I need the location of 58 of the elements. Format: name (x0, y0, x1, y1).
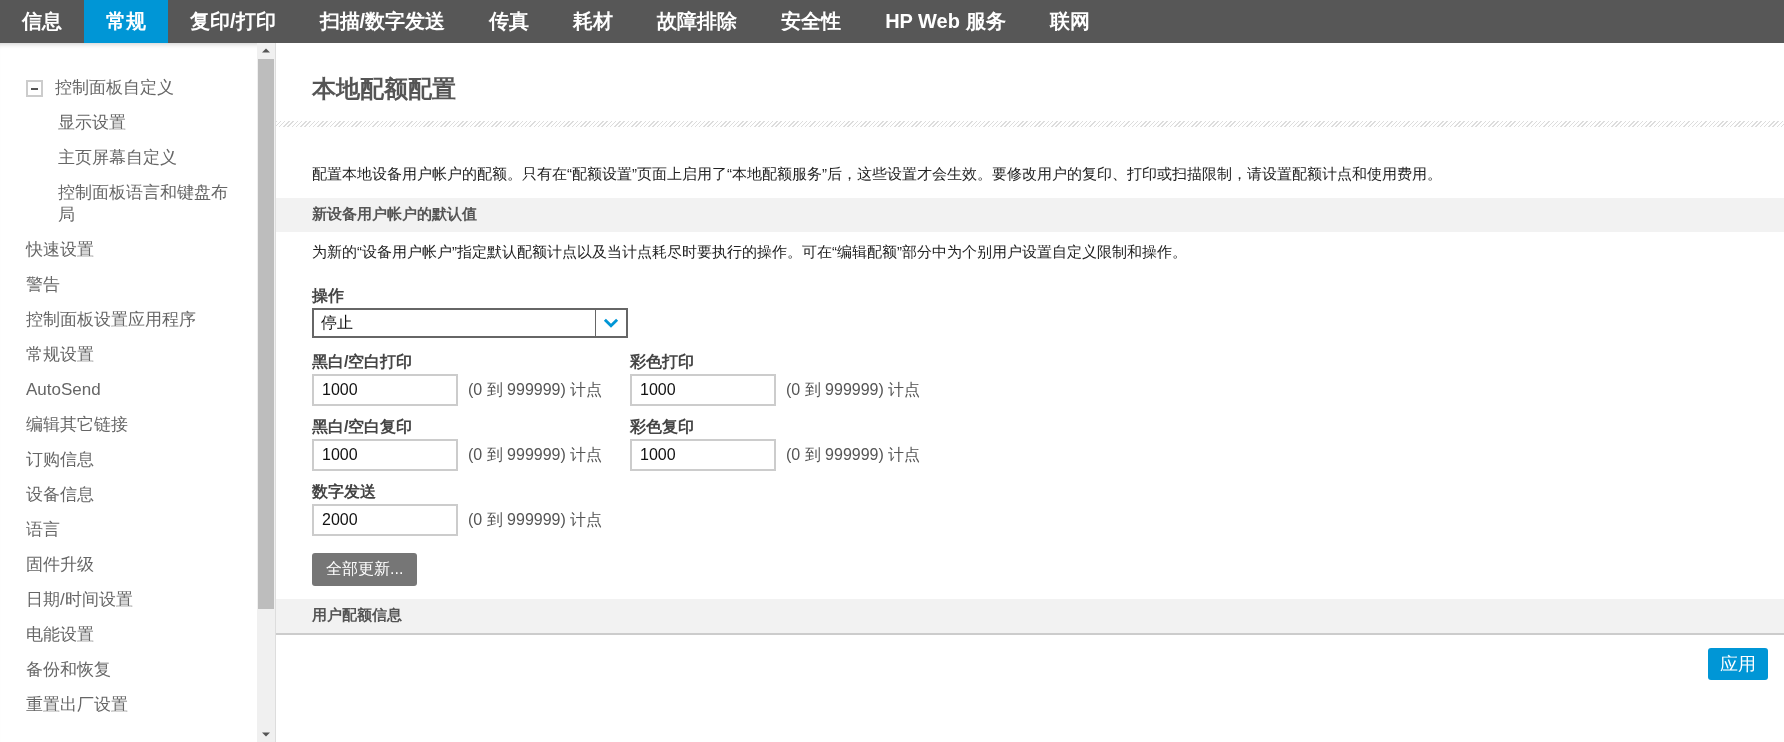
range-hint: (0 到 999999) 计点 (468, 509, 603, 530)
section-heading: 用户配额信息 (312, 606, 402, 623)
field-label: 操作 (312, 286, 345, 306)
sidebar-item[interactable]: 重置出厂设置 (26, 688, 257, 723)
sidebar-item[interactable]: 快速设置 (26, 233, 257, 268)
sidebar-item[interactable]: 主页屏幕自定义 (26, 141, 257, 176)
description-text: 配置本地设备用户帐户的配额。只有在“配额设置”页面上启用了“本地配额服务”后，这些设置才会生效。要修改用户的复印、打印或扫描限制，请设置配额计点和使用费用。 (311, 164, 1443, 184)
section-heading: 新设备用户帐户的默认值 (312, 205, 477, 222)
sidebar-item[interactable]: 控制面板设置应用程序 (26, 303, 257, 338)
update-all-button[interactable]: 全部更新... (312, 553, 418, 586)
description-text: 为新的“设备用户帐户”指定默认配额计点以及当计点耗尽时要执行的操作。可在“编辑配额”部分中为个别用户设置自定义限制和操作。 (311, 243, 1188, 262)
scrollbar[interactable] (257, 43, 275, 742)
input-field[interactable]: 1000 (630, 439, 776, 471)
range-hint: (0 到 999999) 计点 (468, 379, 603, 400)
operation-dropdown[interactable]: 停止 (312, 308, 628, 338)
nav-tab[interactable]: 信息 (0, 0, 84, 43)
scrollbar-thumb[interactable] (258, 59, 274, 609)
nav-tab[interactable]: 耗材 (551, 0, 636, 43)
range-hint: (0 到 999999) 计点 (786, 379, 921, 400)
input-field[interactable]: 1000 (312, 374, 458, 406)
sidebar-item[interactable]: 设备信息 (26, 478, 257, 513)
apply-button[interactable]: 应用 (1708, 648, 1768, 680)
collapse-icon[interactable] (26, 80, 43, 97)
range-hint: (0 到 999999) 计点 (468, 444, 603, 465)
sidebar-item[interactable]: 控制面板自定义 (55, 71, 174, 106)
input-field[interactable]: 2000 (312, 504, 458, 536)
sidebar-item[interactable]: 警告 (26, 268, 257, 303)
field-label: 黑白/空白打印 (312, 352, 414, 372)
sidebar-item[interactable]: 控制面板语言和键盘布局 (26, 176, 257, 233)
input-field[interactable]: 1000 (630, 374, 776, 406)
sidebar-item[interactable]: 日期/时间设置 (26, 583, 257, 618)
sidebar-item[interactable]: 显示设置 (26, 106, 257, 141)
field-label: 彩色复印 (630, 417, 695, 437)
sidebar-item[interactable]: 备份和恢复 (26, 653, 257, 688)
nav-tab[interactable]: 传真 (467, 0, 552, 43)
nav-tab[interactable]: 故障排除 (635, 0, 760, 43)
range-hint: (0 到 999999) 计点 (786, 444, 921, 465)
field-label: 彩色打印 (630, 352, 695, 372)
field-label: 数字发送 (312, 482, 377, 502)
sidebar-item[interactable]: 固件升级 (26, 548, 257, 583)
sidebar-item[interactable]: 常规设置 (26, 338, 257, 373)
field-label: 黑白/空白复印 (312, 417, 414, 437)
nav-tab[interactable]: 扫描/数字发送 (297, 0, 468, 43)
chevron-down-icon (603, 318, 619, 328)
input-field[interactable]: 1000 (312, 439, 458, 471)
scroll-up-icon[interactable] (261, 47, 271, 54)
sidebar-item[interactable]: 订购信息 (26, 443, 257, 478)
nav-tab[interactable]: 常规 (84, 0, 168, 43)
nav-tab[interactable]: HP Web 服务 (863, 0, 1028, 43)
nav-tab[interactable]: 联网 (1027, 0, 1112, 43)
scroll-down-icon[interactable] (261, 731, 271, 738)
page-title: 本地配额配置 (312, 74, 457, 104)
sidebar-item[interactable]: 语言 (26, 513, 257, 548)
nav-tab[interactable]: 复印/打印 (168, 0, 298, 43)
nav-tab[interactable]: 安全性 (759, 0, 864, 43)
sidebar-item[interactable]: 电能设置 (26, 618, 257, 653)
sidebar-item[interactable]: 编辑其它链接 (26, 408, 257, 443)
sidebar-item[interactable]: AutoSend (26, 373, 257, 408)
